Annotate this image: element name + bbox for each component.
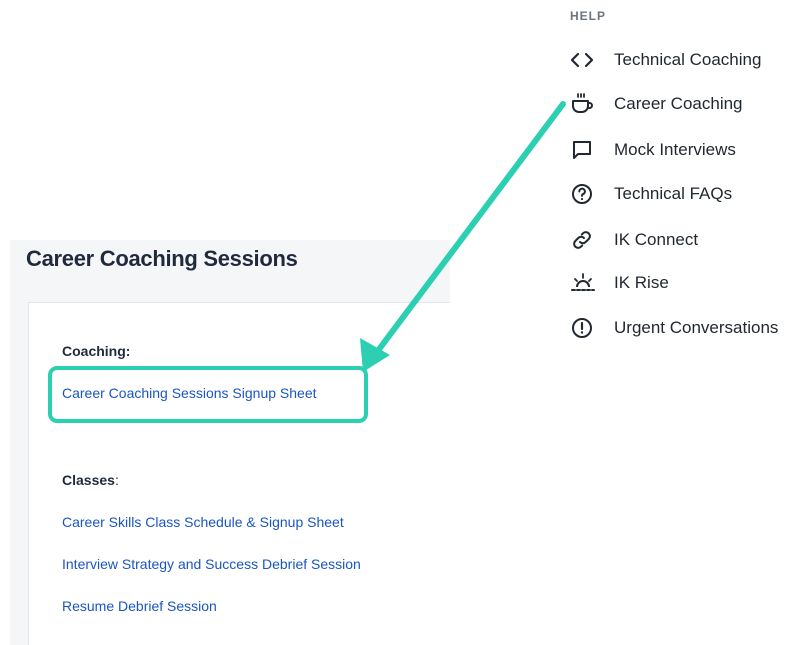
annotation-highlight-box	[48, 366, 368, 423]
coffee-cup-icon	[570, 92, 598, 116]
link-icon	[570, 228, 598, 252]
help-item-technical-faqs[interactable]: Technical FAQs	[570, 180, 732, 208]
help-item-ik-rise[interactable]: IK Rise	[570, 269, 669, 297]
resume-debrief-session-link[interactable]: Resume Debrief Session	[62, 598, 217, 614]
help-item-mock-interviews[interactable]: Mock Interviews	[570, 136, 736, 164]
code-brackets-icon	[570, 48, 598, 72]
sunrise-icon	[570, 271, 598, 295]
exclamation-circle-icon	[570, 316, 598, 340]
page-title: Career Coaching Sessions	[26, 246, 298, 271]
interview-strategy-session-link[interactable]: Interview Strategy and Success Debrief S…	[62, 556, 361, 572]
question-circle-icon	[570, 182, 598, 206]
help-item-urgent-conversations[interactable]: Urgent Conversations	[570, 314, 778, 342]
career-skills-class-link[interactable]: Career Skills Class Schedule & Signup Sh…	[62, 514, 344, 530]
help-item-career-coaching[interactable]: Career Coaching	[570, 90, 743, 118]
help-item-ik-connect[interactable]: IK Connect	[570, 226, 698, 254]
help-item-technical-coaching[interactable]: Technical Coaching	[570, 46, 761, 74]
coaching-section-label: Coaching:	[62, 343, 131, 359]
classes-section-label: Classes:	[62, 472, 119, 488]
help-heading: HELP	[570, 9, 607, 23]
chat-bubble-icon	[570, 138, 598, 162]
